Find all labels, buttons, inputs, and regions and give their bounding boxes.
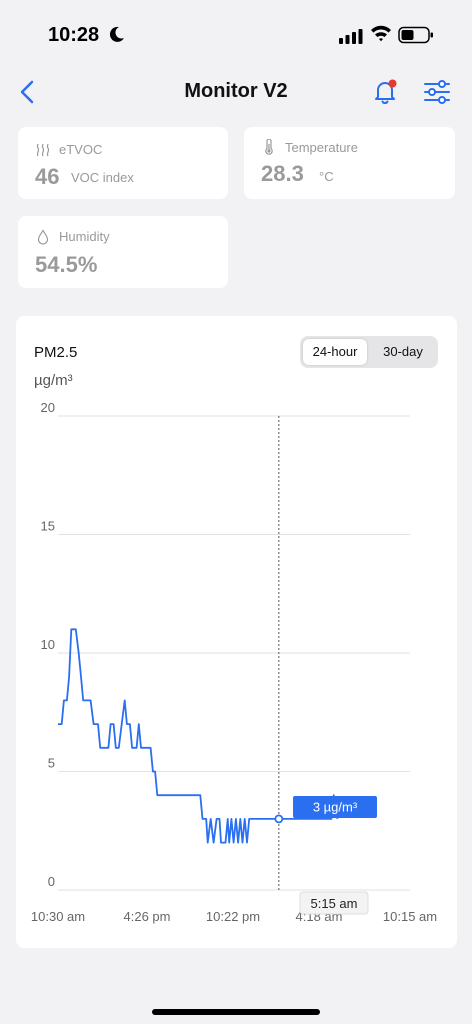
y-tick-label: 20 <box>41 400 55 415</box>
tooltip-value-label: 3 µg/m³ <box>313 800 358 815</box>
temperature-unit: °C <box>319 169 334 184</box>
vapor-icon <box>36 143 50 157</box>
home-indicator <box>152 1009 320 1015</box>
etvoc-label: eTVOC <box>59 142 103 157</box>
x-tick-label: 10:15 am <box>383 909 437 924</box>
humidity-card[interactable]: Humidity 54.5% <box>18 216 228 288</box>
nav-bar: Monitor V2 <box>0 70 472 114</box>
y-tick-label: 10 <box>41 637 55 652</box>
x-tick-label: 10:22 pm <box>206 909 260 924</box>
water-drop-icon <box>37 229 49 245</box>
cellular-signal-icon <box>339 29 363 44</box>
y-tick-label: 0 <box>48 874 55 889</box>
temperature-card[interactable]: Temperature 28.3 °C <box>244 127 455 199</box>
settings-sliders-icon[interactable] <box>422 78 452 106</box>
humidity-value: 54.5% <box>35 252 98 277</box>
y-tick-label: 15 <box>41 519 55 534</box>
pm25-chart-card: PM2.5 µg/m³ 24-hour 30-day 0 5 10 15 20 10:30… <box>16 316 457 948</box>
pm25-line-chart[interactable]: 0510152010:30 am 4:26 pm 10:22 pm 4:18 am 10… <box>16 316 457 948</box>
wifi-icon <box>371 25 391 42</box>
thermometer-icon <box>265 139 273 155</box>
humidity-label: Humidity <box>59 229 110 244</box>
y-tick-label: 5 <box>48 756 55 771</box>
crosshair-point <box>274 814 284 824</box>
etvoc-card[interactable]: eTVOC 46 VOC index <box>18 127 228 199</box>
status-bar: 10:28 <box>0 0 472 70</box>
status-time: 10:28 <box>48 24 100 46</box>
x-tick-label: 10:30 am <box>31 909 85 924</box>
page-title: Monitor V2 <box>184 80 288 102</box>
battery-icon <box>398 26 433 44</box>
temperature-label: Temperature <box>285 140 358 155</box>
x-tick-label: 4:26 pm <box>124 909 171 924</box>
temperature-value: 28.3 <box>261 161 304 186</box>
etvoc-unit: VOC index <box>71 170 134 185</box>
tooltip-time-label: 5:15 am <box>311 896 358 911</box>
moon-icon <box>109 26 124 42</box>
bell-alert-icon[interactable] <box>370 76 400 106</box>
etvoc-value: 46 <box>35 164 60 189</box>
